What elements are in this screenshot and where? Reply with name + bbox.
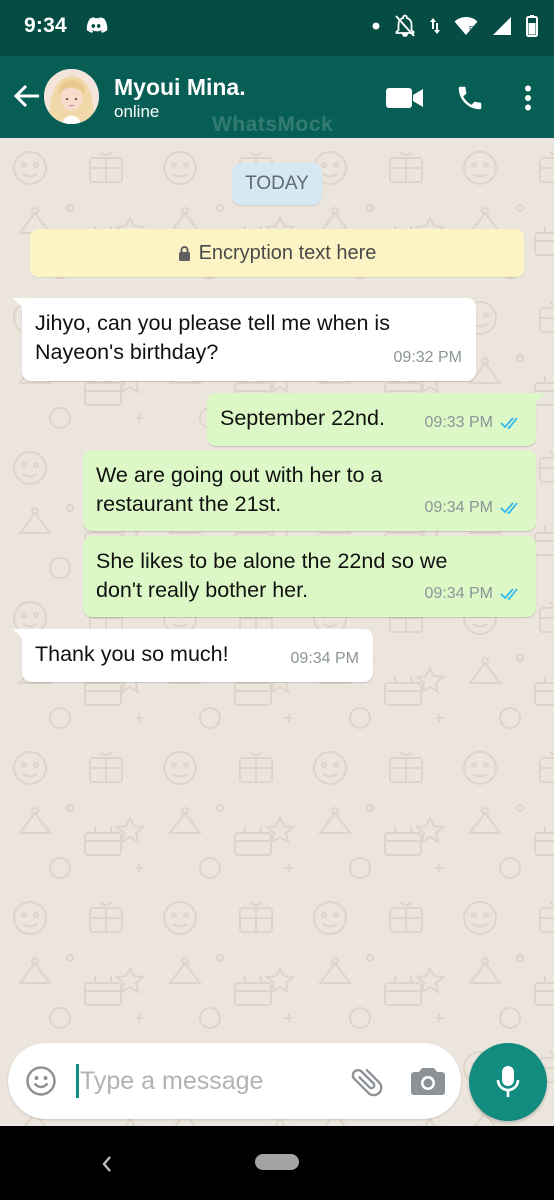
encryption-notice[interactable]: Encryption text here: [30, 229, 524, 277]
message-time: 09:33 PM: [424, 414, 493, 431]
data-arrows-icon: [430, 18, 440, 34]
camera-icon[interactable]: [410, 1065, 446, 1097]
nav-home-pill[interactable]: [255, 1154, 299, 1170]
message-time: 09:34 PM: [290, 650, 359, 667]
bubble-tail: [531, 393, 545, 407]
message-text: September 22nd.: [220, 406, 385, 430]
status-bar: 9:34 5: [0, 0, 554, 56]
message-text: She likes to be alone the 22nd so we don…: [96, 549, 448, 602]
message-meta: 09:34 PM: [425, 493, 522, 522]
message-bubble-outgoing[interactable]: September 22nd. 09:33 PM: [207, 393, 545, 446]
voice-call-button[interactable]: [450, 80, 490, 116]
message-time: 09:34 PM: [424, 499, 493, 516]
text-cursor: [76, 1064, 79, 1098]
attach-icon[interactable]: [348, 1063, 386, 1101]
double-check-icon: [500, 501, 518, 514]
discord-icon: [86, 17, 108, 33]
back-button[interactable]: [8, 74, 46, 118]
message-bubble-outgoing[interactable]: We are going out with her to a restauran…: [83, 450, 536, 531]
nav-back-icon[interactable]: [96, 1148, 118, 1180]
back-arrow-icon: [13, 84, 39, 108]
mic-icon: [496, 1066, 520, 1097]
contact-name[interactable]: Myoui Mina.: [114, 74, 246, 101]
date-chip: TODAY: [232, 163, 322, 205]
message-meta: 09:34 PM: [291, 644, 359, 673]
more-vert-icon: [525, 85, 531, 111]
message-text: We are going out with her to a restauran…: [96, 463, 383, 516]
message-time: 09:34 PM: [424, 585, 493, 602]
system-nav-bar: [0, 1126, 554, 1200]
double-check-icon: [500, 416, 518, 429]
watermark: WhatsMock: [212, 113, 334, 136]
phone-icon: [458, 86, 482, 110]
message-bubble-incoming[interactable]: Thank you so much! 09:34 PM: [13, 629, 373, 682]
cell-signal-icon: [493, 17, 511, 35]
lock-icon: [178, 245, 190, 261]
emoji-icon[interactable]: [25, 1065, 57, 1097]
avatar[interactable]: [44, 69, 99, 124]
message-meta: 09:33 PM: [425, 408, 522, 437]
bubble-tail: [13, 629, 27, 643]
svg-text:5: 5: [469, 25, 474, 34]
bubble-tail: [13, 298, 27, 312]
message-meta: 09:32 PM: [394, 343, 462, 372]
mic-button[interactable]: [469, 1043, 547, 1121]
message-bubble-incoming[interactable]: Jihyo, can you please tell me when is Na…: [13, 298, 476, 381]
message-text: Jihyo, can you please tell me when is Na…: [35, 311, 390, 364]
contact-status: online: [114, 102, 160, 121]
mute-bell-icon: [395, 14, 415, 37]
message-bubble-outgoing[interactable]: She likes to be alone the 22nd so we don…: [83, 536, 536, 617]
double-check-icon: [500, 587, 518, 600]
avatar-image: [44, 69, 99, 124]
status-time: 9:34: [24, 14, 67, 37]
wifi-icon: 5: [454, 17, 478, 35]
message-text: Thank you so much!: [35, 642, 229, 666]
message-input[interactable]: [80, 1059, 330, 1103]
battery-icon: [526, 15, 538, 37]
encryption-text: Encryption text here: [198, 241, 377, 264]
message-composer: [8, 1043, 461, 1119]
chat-area[interactable]: TODAY Encryption text here Jihyo, can yo…: [0, 138, 554, 1126]
notification-dot-icon: [372, 22, 380, 30]
message-meta: 09:34 PM: [425, 579, 522, 608]
message-time: 09:32 PM: [393, 349, 462, 366]
video-call-icon: [386, 88, 423, 108]
chat-header: Myoui Mina. online WhatsMock: [0, 56, 554, 138]
video-call-button[interactable]: [382, 80, 428, 116]
more-options-button[interactable]: [516, 80, 540, 116]
